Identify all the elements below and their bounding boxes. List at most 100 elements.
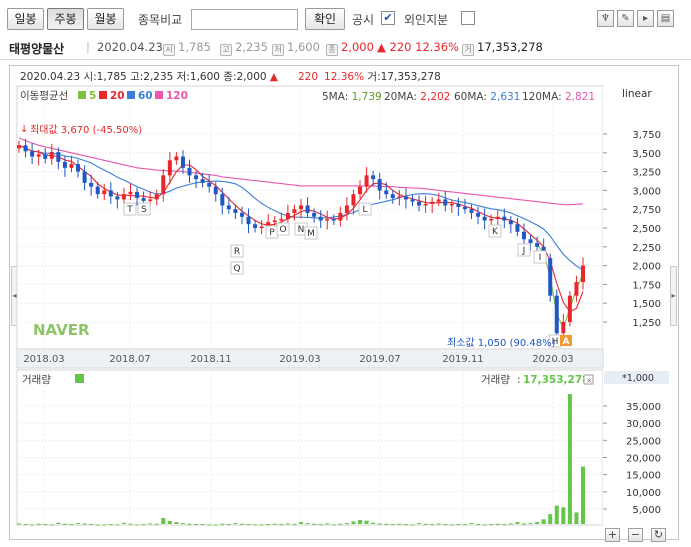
candle-body <box>443 199 448 206</box>
volume-bar <box>312 523 317 525</box>
volume-bar <box>390 524 395 526</box>
candle-body <box>69 164 74 168</box>
price-tick-label: 1,750 <box>632 280 661 291</box>
volume-title: 거래량 <box>22 374 51 386</box>
max-label: 최대값 3,670 (-45.50%) <box>30 124 142 136</box>
volume-tick-label: 15,000 <box>626 471 661 482</box>
candle-body <box>482 216 487 221</box>
volume-bar <box>318 524 323 526</box>
volume-bar <box>115 524 120 526</box>
volume-bar <box>351 521 356 524</box>
volume-legend-label: 거래량 <box>481 374 510 386</box>
candle-body <box>325 218 330 221</box>
marker-label: L <box>362 205 367 215</box>
volume-bar <box>561 507 566 524</box>
marker-label: J <box>522 246 526 256</box>
marker-label: M <box>307 229 315 239</box>
candle-body <box>489 218 494 221</box>
volume-bar <box>292 523 297 525</box>
candle-body <box>567 295 572 322</box>
candle-body <box>554 295 559 334</box>
svg-text:×: × <box>586 376 593 385</box>
volume-bar <box>161 517 166 524</box>
volume-bar <box>187 523 192 525</box>
volume-bar <box>154 523 159 525</box>
marker-label: R <box>234 247 240 257</box>
volume-bar <box>338 523 343 525</box>
volume-bar <box>476 524 481 526</box>
marker-label: S <box>141 205 147 215</box>
candle-body <box>508 220 513 225</box>
candle-body <box>213 186 218 195</box>
volume-bar <box>423 523 428 525</box>
candle-body <box>495 216 500 219</box>
candle-body <box>371 175 376 180</box>
volume-bar <box>344 523 349 525</box>
min-label: 최소값 1,050 (90.48%) <box>447 337 556 349</box>
volume-bar <box>102 524 107 526</box>
volume-bar <box>69 524 74 526</box>
candle-body <box>194 175 199 180</box>
candle-body <box>167 160 172 176</box>
candle-body <box>220 194 225 206</box>
zoom-in-button[interactable]: + <box>605 528 620 542</box>
candle-body <box>121 194 126 200</box>
candle-body <box>187 167 192 176</box>
volume-bar <box>135 524 140 526</box>
marker-label: Q <box>233 264 240 274</box>
volume-swatch <box>75 374 84 383</box>
candle-body <box>462 206 467 210</box>
ma5-swatch <box>78 91 86 99</box>
candle-body <box>49 152 54 159</box>
volume-bar <box>49 524 54 526</box>
candle-body <box>43 154 48 159</box>
volume-bar <box>279 524 284 526</box>
candle-body <box>76 164 81 172</box>
candle-body <box>331 218 336 221</box>
candle-body <box>128 191 133 195</box>
candle-body <box>351 194 356 206</box>
ma5-legend: 5 <box>89 90 96 102</box>
date-tick-label: 2018.07 <box>109 354 150 365</box>
volume-bar <box>108 524 113 526</box>
volume-bar <box>62 523 67 525</box>
candle-body <box>115 196 120 200</box>
volume-bar <box>541 519 546 524</box>
volume-bar <box>89 524 94 526</box>
volume-bar <box>456 524 461 526</box>
candle-body <box>338 212 343 221</box>
volume-bar <box>384 523 389 525</box>
marker-label: N <box>298 225 305 235</box>
price-tick-label: 2,500 <box>632 224 661 235</box>
chart-header: 2020.04.23 시:1,785 고:2,235 저:1,600 종:2,0… <box>20 71 441 83</box>
volume-bar <box>567 393 572 524</box>
zoom-out-button[interactable]: − <box>628 528 643 542</box>
volume-bar <box>220 523 225 525</box>
candle-body <box>259 226 264 228</box>
candle-body <box>180 156 185 168</box>
volume-legend-colon: : <box>517 374 521 386</box>
volume-bar <box>371 522 376 524</box>
marker-label: I <box>539 253 542 263</box>
volume-tick-label: 10,000 <box>626 488 661 499</box>
candle-body <box>456 203 461 207</box>
volume-bar <box>574 512 579 524</box>
candle-body <box>358 186 363 195</box>
candle-body <box>30 151 35 157</box>
volume-bar <box>528 523 533 525</box>
volume-bar <box>410 524 415 526</box>
candle-body <box>305 205 310 213</box>
scale-label[interactable]: linear <box>622 88 652 100</box>
volume-bar <box>548 514 553 524</box>
ma120-legend: 120 <box>166 90 188 102</box>
price-tick-label: 2,250 <box>632 243 661 254</box>
candle-body <box>239 212 244 217</box>
volume-bar <box>200 524 205 526</box>
volume-bar <box>23 524 28 526</box>
ma60-value: 60MA: 2,631 <box>454 91 520 103</box>
price-tick-label: 1,500 <box>632 299 661 310</box>
candle-body <box>430 201 435 204</box>
volume-bar <box>331 524 336 526</box>
refresh-button[interactable]: ↻ <box>651 528 666 542</box>
volume-bar <box>430 524 435 526</box>
